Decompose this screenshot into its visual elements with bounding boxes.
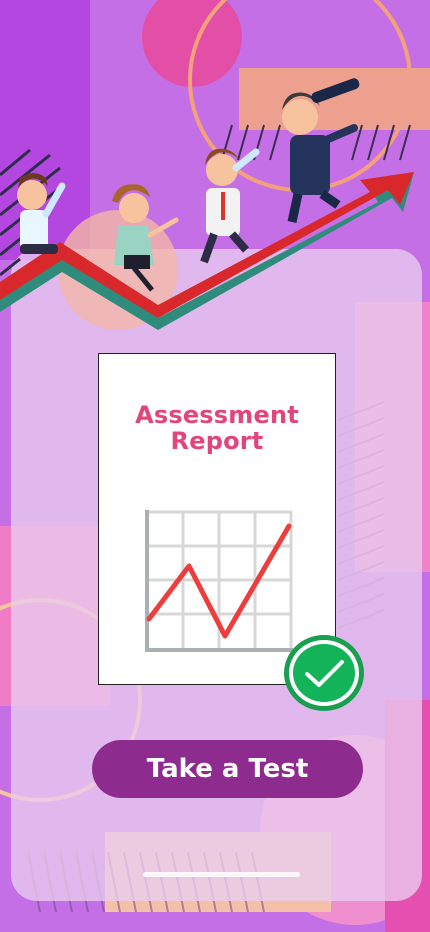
- report-title-line2: Report: [170, 427, 264, 455]
- hero-illustration: [0, 78, 414, 330]
- report-title: Assessment Report: [99, 402, 335, 454]
- line-chart-icon: [145, 510, 293, 652]
- home-indicator: [143, 872, 300, 877]
- report-title-line1: Assessment: [135, 401, 299, 429]
- check-circle-icon: [284, 635, 364, 711]
- take-a-test-button[interactable]: Take a Test: [92, 740, 363, 798]
